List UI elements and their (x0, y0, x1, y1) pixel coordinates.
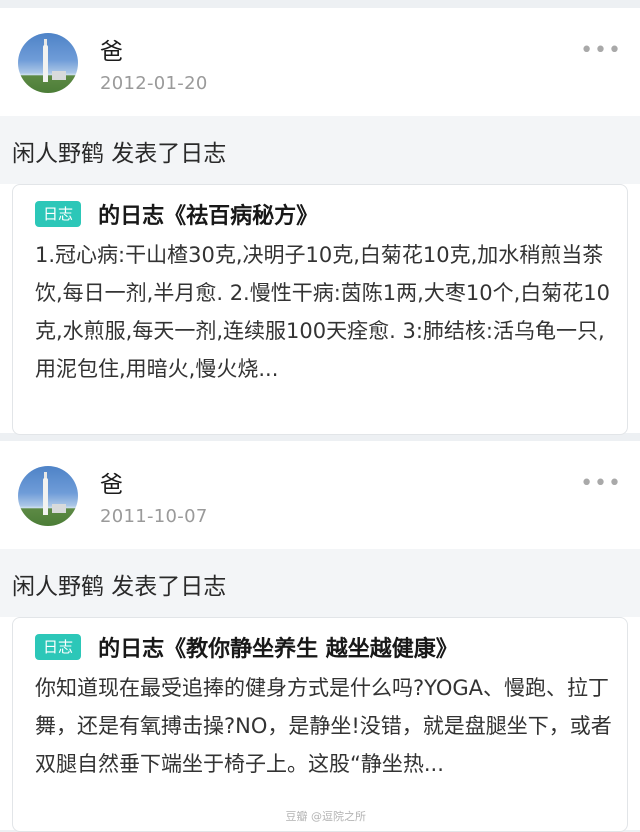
diary-tag: 日志 (35, 634, 82, 660)
avatar[interactable] (18, 33, 78, 93)
diary-tag: 日志 (35, 201, 82, 227)
feed-post: 爸 2012-01-20 ••• 闲人野鹤 发表了日志 日志 的日志《祛百病秘方… (0, 8, 640, 435)
diary-title[interactable]: 的日志《教你静坐养生 越坐越健康》 (98, 631, 458, 663)
more-dots-icon[interactable]: ••• (580, 473, 622, 495)
avatar-building (52, 71, 66, 80)
activity-line: 闲人野鹤 发表了日志 (0, 549, 640, 617)
diary-card[interactable]: 日志 的日志《祛百病秘方》 1.冠心病:干山楂30克,决明子10克,白菊花10克… (12, 184, 628, 435)
author-name[interactable]: 爸 (100, 465, 123, 499)
diary-title[interactable]: 的日志《祛百病秘方》 (98, 198, 318, 230)
post-header: 爸 2011-10-07 ••• (0, 441, 640, 549)
avatar[interactable] (18, 466, 78, 526)
activity-text: 闲人野鹤 发表了日志 (12, 141, 227, 167)
post-date: 2012-01-20 (100, 73, 208, 94)
activity-text: 闲人野鹤 发表了日志 (12, 574, 227, 600)
card-title-row: 日志 的日志《祛百病秘方》 (35, 198, 318, 230)
diary-card[interactable]: 日志 的日志《教你静坐养生 越坐越健康》 你知道现在最受追捧的健身方式是什么吗?… (12, 617, 628, 832)
post-header: 爸 2012-01-20 ••• (0, 8, 640, 116)
avatar-tower (43, 45, 48, 82)
diary-excerpt: 你知道现在最受追捧的健身方式是什么吗?YOGA、慢跑、拉丁舞，还是有氧搏击操?N… (35, 676, 612, 776)
feed: 爸 2012-01-20 ••• 闲人野鹤 发表了日志 日志 的日志《祛百病秘方… (0, 0, 640, 832)
activity-line: 闲人野鹤 发表了日志 (0, 116, 640, 184)
avatar-tower (43, 478, 48, 515)
more-dots-icon[interactable]: ••• (580, 40, 622, 62)
watermark: 豆瓣 @逗院之所 (285, 810, 367, 823)
diary-excerpt: 1.冠心病:干山楂30克,决明子10克,白菊花10克,加水稍煎当茶饮,每日一剂,… (35, 243, 610, 381)
avatar-building (52, 504, 66, 513)
feed-post: 爸 2011-10-07 ••• 闲人野鹤 发表了日志 日志 的日志《教你静坐养… (0, 441, 640, 832)
card-title-row: 日志 的日志《教你静坐养生 越坐越健康》 (35, 631, 458, 663)
post-date: 2011-10-07 (100, 506, 208, 527)
author-name[interactable]: 爸 (100, 32, 123, 66)
